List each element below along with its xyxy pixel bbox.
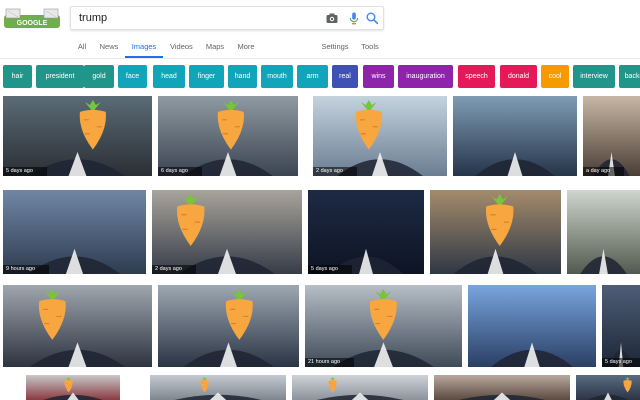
- tab-tools[interactable]: Tools: [361, 42, 379, 58]
- tab-videos[interactable]: Videos: [170, 42, 193, 58]
- search-input[interactable]: [79, 9, 299, 27]
- chip-speech[interactable]: speech: [458, 65, 495, 88]
- photo-placeholder: [583, 96, 640, 176]
- chip-president[interactable]: president: [36, 65, 84, 88]
- carrot-overlay-icon: [328, 377, 337, 393]
- chip-real[interactable]: real: [332, 65, 358, 88]
- carrot-overlay-icon: [485, 194, 514, 247]
- image-result-thumbnail[interactable]: [3, 285, 152, 367]
- search-box[interactable]: [70, 6, 384, 30]
- tab-maps[interactable]: Maps: [205, 42, 225, 58]
- chip-gold[interactable]: gold: [84, 65, 114, 88]
- result-age-badge: 2 days ago: [313, 167, 357, 176]
- photo-placeholder: [434, 375, 570, 400]
- chip-inauguration[interactable]: inauguration: [398, 65, 453, 88]
- image-result-thumbnail[interactable]: [158, 285, 299, 367]
- image-result-thumbnail[interactable]: 9 hours ago: [3, 190, 146, 274]
- tab-more[interactable]: More: [237, 42, 255, 58]
- chip-interview[interactable]: interview: [573, 65, 615, 88]
- chip-donald[interactable]: donald: [500, 65, 537, 88]
- search-icon[interactable]: [365, 11, 379, 25]
- carrot-overlay-icon: [217, 100, 244, 150]
- chip-wins[interactable]: wins: [363, 65, 394, 88]
- result-age-badge: 2 days ago: [152, 265, 196, 274]
- photo-placeholder: [3, 190, 146, 274]
- photo-placeholder: [567, 190, 640, 274]
- chip-hair[interactable]: hair: [3, 65, 32, 88]
- image-result-thumbnail[interactable]: 21 hours ago: [305, 285, 462, 367]
- image-result-thumbnail[interactable]: 6 days ago: [158, 96, 298, 176]
- result-age-badge: 6 days ago: [158, 167, 202, 176]
- image-result-thumbnail[interactable]: [292, 375, 428, 400]
- image-result-thumbnail[interactable]: [430, 190, 561, 274]
- logo-text: GOOGLE: [17, 20, 48, 27]
- image-result-thumbnail[interactable]: [26, 375, 120, 400]
- image-result-thumbnail[interactable]: 2 days ago: [152, 190, 302, 274]
- chip-hand[interactable]: hand: [228, 65, 257, 88]
- related-searches-chips: hair president gold face head finger hand mouth…: [3, 65, 640, 89]
- image-result-thumbnail[interactable]: 5 days ago: [308, 190, 424, 274]
- carrot-overlay-icon: [177, 194, 205, 247]
- tab-news[interactable]: News: [99, 42, 119, 58]
- chip-backg[interactable]: backg: [619, 65, 640, 88]
- chip-head[interactable]: head: [153, 65, 185, 88]
- result-age-badge: a day ago: [583, 167, 625, 176]
- carrot-overlay-icon: [623, 377, 632, 393]
- tab-settings[interactable]: Settings: [321, 42, 349, 58]
- photo-placeholder: [468, 285, 596, 367]
- image-result-thumbnail[interactable]: 5 days ago: [602, 285, 640, 367]
- carrot-overlay-icon: [79, 100, 106, 150]
- image-result-thumbnail[interactable]: [468, 285, 596, 367]
- chip-arm[interactable]: arm: [297, 65, 328, 88]
- photo-placeholder: [3, 285, 152, 367]
- image-result-thumbnail[interactable]: [567, 190, 640, 274]
- image-result-thumbnail[interactable]: a day ago: [583, 96, 640, 176]
- result-age-badge: 5 days ago: [602, 358, 640, 367]
- chip-face[interactable]: face: [118, 65, 147, 88]
- image-result-thumbnail[interactable]: [576, 375, 640, 400]
- photo-placeholder: [292, 375, 428, 400]
- photo-placeholder: [308, 190, 424, 274]
- chip-finger[interactable]: finger: [189, 65, 224, 88]
- photo-placeholder: [602, 285, 640, 367]
- header-divider: [0, 58, 640, 59]
- mic-icon[interactable]: [347, 11, 361, 25]
- carrot-overlay-icon: [200, 377, 209, 393]
- image-result-thumbnail[interactable]: [150, 375, 286, 400]
- result-age-badge: 9 hours ago: [3, 265, 50, 274]
- chip-mouth[interactable]: mouth: [261, 65, 293, 88]
- photo-placeholder: [150, 375, 286, 400]
- camera-icon[interactable]: [325, 11, 339, 25]
- image-result-thumbnail[interactable]: [453, 96, 577, 176]
- carrot-overlay-icon: [370, 289, 397, 340]
- image-result-thumbnail[interactable]: [434, 375, 570, 400]
- tab-all[interactable]: All: [76, 42, 88, 58]
- carrot-overlay-icon: [38, 289, 66, 340]
- chip-cool[interactable]: cool: [541, 65, 569, 88]
- result-age-badge: 5 days ago: [3, 167, 47, 176]
- result-age-badge: 21 hours ago: [305, 358, 355, 367]
- carrot-overlay-icon: [356, 100, 383, 150]
- image-result-thumbnail[interactable]: 5 days ago: [3, 96, 152, 176]
- carrot-overlay-icon: [64, 377, 73, 393]
- image-result-thumbnail[interactable]: 2 days ago: [313, 96, 447, 176]
- carrot-overlay-icon: [226, 289, 254, 340]
- google-doodle-logo[interactable]: GOOGLE: [2, 6, 62, 30]
- result-age-badge: 5 days ago: [308, 265, 352, 274]
- photo-placeholder: [453, 96, 577, 176]
